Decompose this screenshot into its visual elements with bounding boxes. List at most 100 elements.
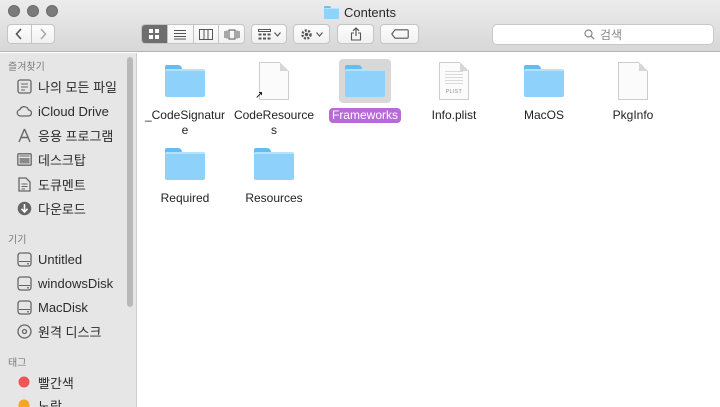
arrange-grid-icon [257,28,271,39]
document-file-icon [607,59,659,103]
desktop-icon [16,151,32,167]
file-name: PkgInfo [612,108,654,122]
sidebar-item-downloads[interactable]: 다운로드 [16,198,86,218]
sidebar-item-tag-yellow[interactable]: 노랑 [16,395,62,407]
sidebar-item-tag-red[interactable]: 빨간색 [16,372,74,392]
cover-flow-view-icon [224,29,240,39]
file-item-codesignature[interactable]: _CodeSignature [140,59,230,138]
sidebar-item-label: Untitled [38,251,83,267]
icon-view-button[interactable] [142,25,168,43]
list-view-icon [174,29,187,39]
share-icon [350,27,361,41]
sidebar-item-label: MacDisk [38,299,88,315]
icon-view-icon [149,29,160,39]
sidebar-item-label: 노랑 [38,398,62,407]
plist-badge: PLIST [445,89,463,95]
action-button[interactable] [293,24,330,44]
search-field[interactable]: 검색 [492,24,714,45]
sidebar-item-applications[interactable]: 응용 프로그램 [16,125,113,145]
folder-icon [159,142,211,186]
sidebar-item-label: 도큐멘트 [38,177,86,193]
file-browser: _CodeSignature ↗ CodeResources Framework… [138,53,720,407]
sidebar-item-label: iCloud Drive [38,103,109,119]
folder-icon [248,142,300,186]
sidebar-item-label: 나의 모든 파일 [38,79,117,95]
sidebar-item-label: 데스크탑 [38,152,86,168]
file-item-coderesources[interactable]: ↗ CodeResources [229,59,319,138]
file-name-selected: Frameworks [328,108,401,123]
sidebar-item-macdisk[interactable]: MacDisk [16,297,88,317]
tag-button[interactable] [380,24,419,44]
window-title: Contents [0,3,720,21]
sidebar-item-desktop[interactable]: 데스크탑 [16,149,86,169]
cloud-icon [16,103,32,119]
arrange-button[interactable] [251,24,287,44]
sidebar-header-tags: 태그 [8,358,27,369]
chevron-left-icon [15,28,22,40]
view-mode-control [141,24,245,44]
column-view-button[interactable] [194,25,220,43]
download-icon [16,200,32,216]
disk-icon [16,251,32,267]
window-title-label: Contents [343,4,397,20]
sidebar-header-devices: 기기 [8,235,27,246]
disk-icon [16,299,32,315]
back-button[interactable] [8,25,32,43]
sidebar-item-documents[interactable]: 도큐멘트 [16,174,86,194]
applications-icon [16,127,32,143]
file-item-resources[interactable]: Resources [229,142,319,206]
toolbar: Contents 검색 [0,0,720,52]
chevron-right-icon [40,28,47,40]
sidebar-item-label: windowsDisk [38,275,114,291]
sidebar: 즐겨찾기 나의 모든 파일 iCloud Drive 응용 프로그램 데스크탑 [0,53,137,407]
orange-tag-dot-icon [16,397,32,407]
folder-icon [518,59,570,103]
file-name: Info.plist [431,108,477,122]
file-name: _CodeSignature [144,108,226,137]
sidebar-item-label: 원격 디스크 [38,324,102,340]
folder-icon [339,59,391,103]
optical-disc-icon [16,323,32,339]
file-name: CodeResources [233,108,315,137]
file-item-macos[interactable]: MacOS [499,59,589,123]
sidebar-item-remote-disc[interactable]: 원격 디스크 [16,321,101,341]
folder-icon [159,59,211,103]
sidebar-item-label: 빨간색 [38,375,74,391]
sidebar-scrollbar[interactable] [127,57,133,307]
red-tag-dot-icon [16,374,32,390]
alias-file-icon: ↗ [248,59,300,103]
sidebar-item-all-files[interactable]: 나의 모든 파일 [16,76,117,96]
tag-icon [390,29,409,39]
sidebar-item-windowsdisk[interactable]: windowsDisk [16,273,113,293]
back-forward-control [7,24,55,44]
disk-icon [16,275,32,291]
chevron-down-icon [316,31,323,37]
column-view-icon [198,28,213,40]
plist-file-icon: PLIST [428,59,480,103]
search-icon [584,29,595,40]
sidebar-item-untitled[interactable]: Untitled [16,249,82,269]
list-view-button[interactable] [168,25,194,43]
gear-icon [301,28,312,40]
folder-icon [323,6,339,19]
sidebar-item-icloud-drive[interactable]: iCloud Drive [16,101,109,121]
file-item-info-plist[interactable]: PLIST Info.plist [409,59,499,123]
sidebar-item-label: 응용 프로그램 [38,128,114,144]
file-item-pkginfo[interactable]: PkgInfo [588,59,678,123]
file-item-required[interactable]: Required [140,142,230,206]
share-button[interactable] [337,24,374,44]
all-files-icon [16,78,32,94]
chevron-down-icon [273,31,281,37]
document-icon [16,176,32,192]
file-name: Resources [245,191,303,205]
sidebar-item-label: 다운로드 [38,201,86,217]
finder-window: Contents 검색 즐겨찾기 나의 모든 파일 iCloud Drive 응… [0,0,720,407]
file-name: Required [160,191,210,205]
alias-arrow-icon: ↗ [255,90,264,101]
file-item-frameworks[interactable]: Frameworks [320,59,410,123]
sidebar-header-favorites: 즐겨찾기 [8,62,45,73]
forward-button[interactable] [32,25,55,43]
file-name: MacOS [523,108,564,122]
cover-flow-view-button[interactable] [219,25,244,43]
search-placeholder: 검색 [599,28,623,42]
